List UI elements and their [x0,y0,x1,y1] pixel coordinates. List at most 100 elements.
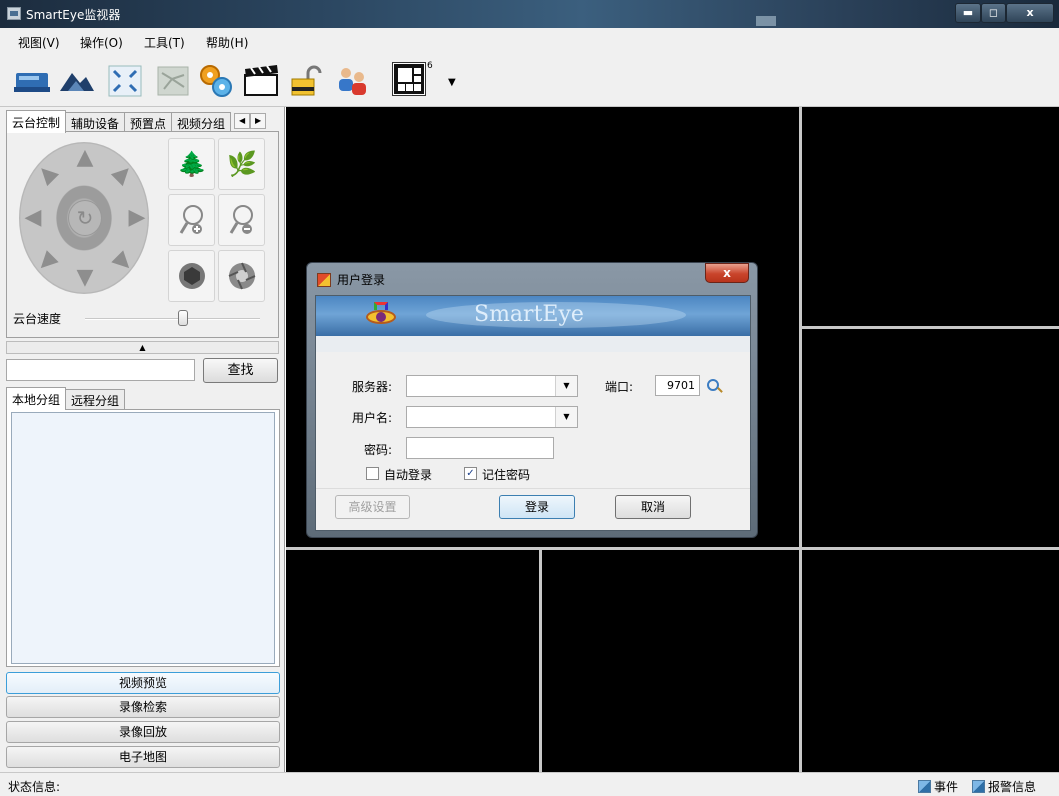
ptz-up-arrow-icon[interactable]: ▲ [74,147,96,169]
preview-icon[interactable] [14,61,52,99]
map-icon[interactable] [154,61,192,99]
ptz-left-arrow-icon[interactable]: ◀ [22,207,44,229]
alarm-image-icon [972,780,985,793]
auto-login-checkbox[interactable] [366,467,379,480]
ptz-zoom-in-button[interactable] [168,194,215,246]
menu-bar: 视图(V) 操作(O) 工具(T) 帮助(H) [0,28,1059,55]
ptz-down-right-arrow-icon[interactable]: ▼ [107,246,138,277]
nav-video-preview[interactable]: 视频预览 [6,672,280,694]
ptz-iris-close-button[interactable] [168,250,215,302]
banner-separator [316,336,750,352]
ptz-down-arrow-icon[interactable]: ▼ [74,267,96,289]
zoom-in-icon [179,205,203,234]
username-label: 用户名: [352,411,393,425]
grid-divider [799,107,802,772]
login-dialog-body: SmartEye 服务器: ▼ 端口: 9701 用户名: ▼ 密码: 自动登录… [315,295,751,531]
nav-recording-search[interactable]: 录像检索 [6,696,280,718]
video-cell-2[interactable] [802,107,1059,326]
ptz-direction-wheel[interactable]: ▲ ▼ ◀ ▶ ▲ ▲ ▼ ▼ ↻ [19,142,149,294]
lock-icon[interactable] [288,61,326,99]
tab-presets[interactable]: 预置点 [124,112,173,132]
remember-password-checkbox[interactable]: ✓ [464,467,477,480]
clapperboard-icon[interactable] [242,61,280,99]
login-dialog-close-button[interactable]: x [705,263,749,283]
panel-collapse-toggle[interactable]: ▲ [6,341,279,354]
grid-divider [286,547,1059,550]
server-combo[interactable]: ▼ [406,375,578,397]
tab-local-groups[interactable]: 本地分组 [6,387,67,410]
ptz-focus-far-button[interactable]: 🌲 [168,138,215,190]
smarteye-logo-icon [364,302,398,328]
tab-video-groups[interactable]: 视频分组 [171,112,232,132]
layout-dropdown-arrow[interactable]: ▼ [448,77,456,88]
event-image-icon [918,780,931,793]
nav-recording-playback[interactable]: 录像回放 [6,721,280,743]
close-button[interactable]: x [1006,3,1054,23]
ptz-speed-slider-thumb[interactable] [178,310,188,326]
mountain-icon[interactable] [58,61,96,99]
title-bar: SmartEye监视器 ▬ ◻ x [0,0,1059,28]
layout-grid-icon[interactable] [392,62,426,96]
minimize-button[interactable]: ▬ [955,3,981,23]
menu-view[interactable]: 视图(V) [18,34,60,51]
ptz-panel: ▲ ▼ ◀ ▶ ▲ ▲ ▼ ▼ ↻ 🌲 🌿 云台速度 [6,131,279,338]
ptz-auto-scan-icon[interactable]: ↻ [68,200,102,236]
video-cell-3[interactable] [802,329,1059,547]
ptz-focus-near-button[interactable]: 🌿 [218,138,265,190]
banner-title: SmartEye [474,302,584,327]
ptz-zoom-out-button[interactable] [218,194,265,246]
login-banner: SmartEye [316,296,750,336]
search-server-icon[interactable] [707,379,719,391]
login-button[interactable]: 登录 [499,495,575,519]
advanced-settings-button[interactable]: 高级设置 [335,495,410,519]
zoom-out-icon [229,205,253,234]
search-input[interactable] [6,359,195,381]
tab-remote-groups[interactable]: 远程分组 [65,389,126,409]
ptz-speed-label: 云台速度 [13,312,62,326]
video-cell-6[interactable] [802,550,1059,772]
alarms-label: 报警信息 [988,780,1037,794]
status-label: 状态信息: [8,780,61,794]
menu-help[interactable]: 帮助(H) [206,34,248,51]
ptz-up-right-arrow-icon[interactable]: ▲ [107,158,139,189]
username-combo[interactable]: ▼ [406,406,578,428]
ptz-up-left-arrow-icon[interactable]: ▲ [31,158,62,189]
left-panel: 云台控制 辅助设备 预置点 视频分组 ◀ ▶ ▲ ▼ ◀ ▶ ▲ ▲ ▼ ▼ ↻… [0,107,285,772]
menu-operation[interactable]: 操作(O) [80,34,123,51]
iris-open-icon [228,262,256,290]
nav-electronic-map[interactable]: 电子地图 [6,746,280,768]
dialog-footer-separator [316,488,750,489]
video-cell-5[interactable] [542,550,799,772]
username-dropdown-icon[interactable]: ▼ [555,407,577,427]
auto-login-label: 自动登录 [384,468,433,482]
tab-ptz-control[interactable]: 云台控制 [6,110,67,133]
title-bar-glint [756,16,776,26]
video-cell-4[interactable] [286,550,539,772]
tab-scroll-right-icon[interactable]: ▶ [250,113,267,129]
password-label: 密码: [364,443,393,457]
tab-aux-devices[interactable]: 辅助设备 [65,112,126,132]
settings-gears-icon[interactable] [196,61,234,99]
events-indicator[interactable]: 事件 [918,778,958,795]
password-field[interactable] [406,437,554,459]
server-dropdown-icon[interactable]: ▼ [555,376,577,396]
grid-divider [539,550,542,772]
ptz-speed-slider[interactable] [85,318,260,320]
cancel-button[interactable]: 取消 [615,495,691,519]
menu-tools[interactable]: 工具(T) [144,34,185,51]
alarms-indicator[interactable]: 报警信息 [972,778,1036,795]
users-icon[interactable] [334,61,372,99]
ptz-down-left-arrow-icon[interactable]: ▼ [31,246,63,277]
app-icon [7,7,21,20]
tab-scroll-left-icon[interactable]: ◀ [234,113,251,129]
port-field[interactable]: 9701 [655,375,700,396]
maximize-button[interactable]: ◻ [981,3,1006,23]
ptz-right-arrow-icon[interactable]: ▶ [126,207,148,229]
login-dialog-icon [317,273,331,287]
tab-scroll-buttons: ◀ ▶ [234,113,267,131]
fullscreen-icon[interactable] [106,61,144,99]
search-button[interactable]: 查找 [203,358,278,383]
window-title: SmartEye监视器 [26,8,121,22]
ptz-iris-open-button[interactable] [218,250,265,302]
device-tree[interactable] [11,412,275,664]
